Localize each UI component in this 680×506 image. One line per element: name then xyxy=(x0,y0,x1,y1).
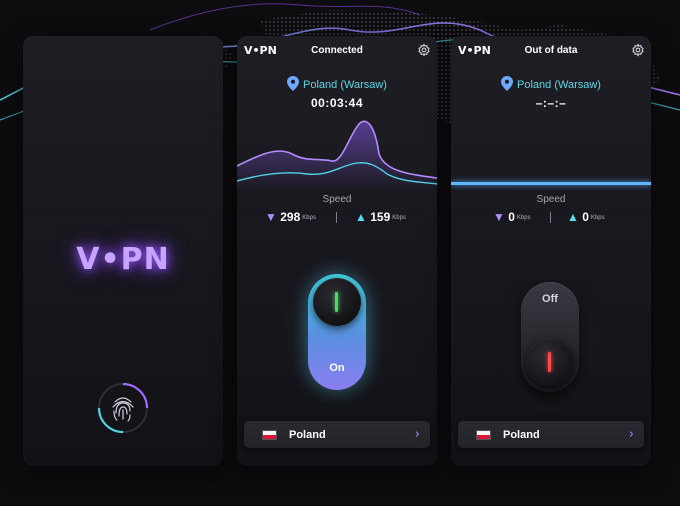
connected-screen: V•PN Connected Poland (Warsaw) 00:03:44 … xyxy=(237,36,437,466)
speed-divider xyxy=(336,212,337,223)
splash-screen: V•PN xyxy=(23,36,223,466)
session-timer: 00:03:44 xyxy=(310,96,364,110)
upload-arrow-icon: ▲ xyxy=(567,210,579,224)
chevron-right-icon: › xyxy=(628,427,634,442)
country-selector[interactable]: Poland › xyxy=(458,421,644,448)
traffic-flat-line xyxy=(451,182,651,185)
location-name: Poland (Warsaw) xyxy=(303,79,387,91)
power-indicator-green xyxy=(335,292,338,312)
connection-status: Connected xyxy=(311,45,363,56)
location-row[interactable]: Poland (Warsaw) xyxy=(451,76,651,91)
power-knob[interactable] xyxy=(526,338,574,386)
session-timer: –:–:– xyxy=(535,96,567,110)
gear-icon[interactable] xyxy=(417,43,431,57)
out-of-data-screen: V•PN Out of data Poland (Warsaw) –:–:– S… xyxy=(451,36,651,466)
download-value: 0 xyxy=(508,210,515,224)
download-arrow-icon: ▼ xyxy=(493,210,505,224)
speed-label: Speed xyxy=(322,194,352,205)
download-arrow-icon: ▼ xyxy=(265,210,277,224)
speed-divider xyxy=(550,212,551,223)
location-name: Poland (Warsaw) xyxy=(517,79,601,91)
download-unit: Kbps xyxy=(302,215,316,221)
chevron-right-icon: › xyxy=(414,427,420,442)
gear-icon[interactable] xyxy=(631,43,645,57)
power-indicator-red xyxy=(548,352,551,372)
traffic-wave-graph xyxy=(237,120,437,191)
location-row[interactable]: Poland (Warsaw) xyxy=(237,76,437,91)
fingerprint-button[interactable] xyxy=(97,382,149,434)
power-knob[interactable] xyxy=(313,278,361,326)
toggle-state-label: Off xyxy=(542,293,558,305)
vpn-toggle-on[interactable]: On xyxy=(308,274,366,390)
toggle-state-label: On xyxy=(329,362,345,374)
upload-speed: ▲ 159 Kbps xyxy=(355,210,406,224)
speed-label: Speed xyxy=(536,194,566,205)
download-unit: Kbps xyxy=(516,215,531,221)
country-selector[interactable]: Poland › xyxy=(244,421,430,448)
speed-row: ▼ 298 Kbps ▲ 159 Kbps xyxy=(237,210,437,226)
fingerprint-icon xyxy=(97,382,149,434)
download-speed: ▼ 298 Kbps xyxy=(265,210,316,224)
connection-status: Out of data xyxy=(524,45,578,56)
vpn-logo-large: V•PN xyxy=(76,242,170,277)
download-value: 298 xyxy=(280,210,301,224)
upload-value: 0 xyxy=(582,210,589,224)
top-bar: V•PN Out of data xyxy=(451,36,651,64)
download-speed: ▼ 0 Kbps xyxy=(493,210,531,224)
upload-arrow-icon: ▲ xyxy=(355,210,367,224)
vpn-toggle-off[interactable]: Off xyxy=(521,282,579,392)
country-name: Poland xyxy=(503,429,540,441)
location-pin-icon xyxy=(501,76,514,91)
flag-poland-icon xyxy=(476,430,491,440)
upload-speed: ▲ 0 Kbps xyxy=(567,210,605,224)
speed-row: ▼ 0 Kbps ▲ 0 Kbps xyxy=(451,210,651,226)
location-pin-icon xyxy=(287,76,300,91)
upload-unit: Kbps xyxy=(392,215,406,221)
country-name: Poland xyxy=(289,429,326,441)
flag-poland-icon xyxy=(262,430,277,440)
top-bar: V•PN Connected xyxy=(237,36,437,64)
upload-value: 159 xyxy=(370,210,391,224)
upload-unit: Kbps xyxy=(590,215,605,221)
